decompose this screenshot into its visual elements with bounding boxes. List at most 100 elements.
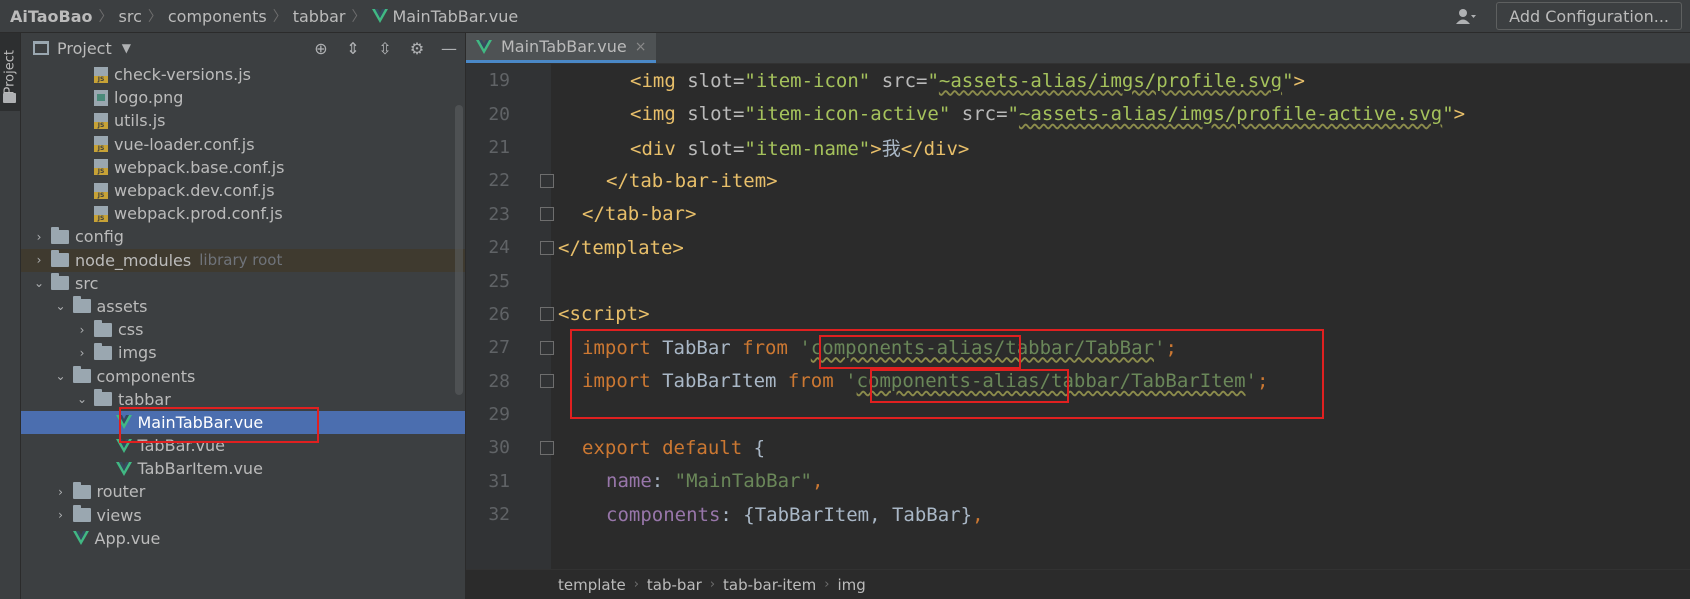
- chevron-right-icon[interactable]: ›: [33, 253, 45, 267]
- line-number: 24: [488, 237, 510, 259]
- breadcrumb-src[interactable]: src: [119, 7, 142, 26]
- chevron-down-icon[interactable]: ⌄: [55, 299, 67, 313]
- line-number: 28: [488, 370, 510, 392]
- tree-item[interactable]: vue-loader.conf.js: [21, 133, 465, 156]
- collapse-all-icon[interactable]: ⇳: [375, 39, 395, 58]
- tree-item[interactable]: ⌄ assets: [21, 295, 465, 318]
- folder-icon: [94, 319, 112, 337]
- breadcrumb-separator-icon: ›: [824, 577, 830, 592]
- tree-item[interactable]: ⌄ src: [21, 272, 465, 295]
- breadcrumb-tabbar[interactable]: tabbar: [293, 7, 346, 26]
- line-number: 29: [488, 404, 510, 426]
- fold-icon[interactable]: [540, 173, 554, 188]
- fold-icon[interactable]: [540, 440, 554, 455]
- tool-window-strip: Project: [0, 33, 21, 599]
- folder-icon: [94, 342, 112, 360]
- tree-item[interactable]: webpack.dev.conf.js: [21, 179, 465, 202]
- line-number: 19: [488, 70, 510, 92]
- tree-item[interactable]: › css: [21, 318, 465, 341]
- project-tool-tab[interactable]: Project: [0, 33, 20, 111]
- folder-icon: [51, 273, 69, 291]
- project-icon: [33, 41, 49, 55]
- line-number: 22: [488, 170, 510, 192]
- tree-item[interactable]: App.vue: [21, 527, 465, 550]
- code-line: 25: [466, 264, 1690, 297]
- src-value: ~assets-alias/imgs/profile.svg: [938, 69, 1283, 92]
- tree-item-label: webpack.dev.conf.js: [114, 181, 275, 201]
- tree-item[interactable]: utils.js: [21, 109, 465, 132]
- tree-item[interactable]: › views: [21, 504, 465, 527]
- expand-all-icon[interactable]: ⇕: [343, 39, 363, 58]
- fold-icon[interactable]: [540, 207, 554, 222]
- js-file-icon: [94, 66, 108, 83]
- tree-item[interactable]: webpack.base.conf.js: [21, 156, 465, 179]
- js-file-icon: [94, 136, 108, 153]
- chevron-right-icon[interactable]: ›: [55, 508, 67, 522]
- chevron-right-icon[interactable]: ›: [76, 323, 88, 337]
- vue-file-icon: [476, 39, 492, 54]
- tree-item[interactable]: › config: [21, 225, 465, 248]
- fold-icon[interactable]: [540, 340, 554, 355]
- code-line: 26 <script>: [466, 298, 1690, 331]
- tree-item[interactable]: webpack.prod.conf.js: [21, 202, 465, 225]
- js-file-icon: [94, 205, 108, 222]
- tree-item[interactable]: logo.png: [21, 86, 465, 109]
- gear-icon[interactable]: ⚙: [407, 39, 427, 58]
- tree-item[interactable]: ⌄ components: [21, 364, 465, 387]
- structure-crumb[interactable]: tab-bar: [647, 576, 702, 594]
- tree-item-label: node_modules: [75, 250, 192, 270]
- tree-item[interactable]: TabBarItem.vue: [21, 457, 465, 480]
- component-name: MainTabBar: [686, 470, 801, 493]
- tree-item[interactable]: › imgs: [21, 341, 465, 364]
- js-file-icon: [94, 182, 108, 199]
- user-icon[interactable]: [1446, 4, 1486, 28]
- fold-icon[interactable]: [540, 240, 554, 255]
- chevron-right-icon[interactable]: ›: [33, 230, 45, 244]
- js-file-icon: [94, 112, 108, 129]
- close-icon[interactable]: ×: [635, 39, 647, 55]
- locate-icon[interactable]: ⊕: [311, 39, 331, 58]
- chevron-down-icon[interactable]: ⌄: [76, 392, 88, 406]
- folder-icon: [72, 481, 91, 499]
- code-line: 31 name: "MainTabBar",: [466, 465, 1690, 498]
- breadcrumb-file[interactable]: MainTabBar.vue: [393, 7, 519, 26]
- tree-item-label: config: [75, 227, 124, 247]
- chevron-right-icon[interactable]: ›: [55, 485, 67, 499]
- tree-item[interactable]: › router: [21, 480, 465, 503]
- breadcrumb-separator-icon: 〉: [147, 9, 162, 25]
- breadcrumb-components[interactable]: components: [168, 7, 267, 26]
- breadcrumb-separator-icon: 〉: [351, 9, 366, 25]
- editor: MainTabBar.vue × 19 <img slot="item-icon"…: [466, 33, 1690, 599]
- breadcrumb-separator-icon: 〉: [272, 9, 287, 25]
- minimize-icon[interactable]: —: [439, 39, 459, 58]
- line-number: 32: [488, 504, 510, 526]
- fold-icon[interactable]: [540, 374, 554, 389]
- structure-crumb[interactable]: template: [558, 576, 626, 594]
- project-tool-label: Project: [2, 50, 18, 95]
- chevron-down-icon[interactable]: ⌄: [55, 369, 67, 383]
- src-value: ~assets-alias/imgs/profile-active.svg: [1018, 103, 1443, 126]
- chevron-down-icon[interactable]: ▼: [122, 41, 131, 55]
- tree-item-label: src: [75, 273, 99, 293]
- project-tree: check-versions.js logo.png utils.js vue-loa…: [21, 63, 465, 550]
- structure-crumb[interactable]: tab-bar-item: [723, 576, 816, 594]
- project-panel-title[interactable]: Project: [57, 39, 112, 58]
- editor-tab[interactable]: MainTabBar.vue ×: [466, 33, 657, 63]
- fold-icon[interactable]: [540, 307, 554, 322]
- line-number: 26: [488, 303, 510, 325]
- highlight-box: [819, 335, 1021, 369]
- chevron-right-icon[interactable]: ›: [76, 346, 88, 360]
- structure-crumb[interactable]: img: [837, 576, 865, 594]
- add-configuration-button[interactable]: Add Configuration...: [1496, 2, 1682, 30]
- folder-icon: [3, 93, 16, 103]
- tree-item-label: tabbar: [118, 389, 171, 409]
- chevron-down-icon[interactable]: ⌄: [33, 276, 45, 290]
- tree-item[interactable]: › node_modules library root: [21, 248, 465, 272]
- tree-item[interactable]: check-versions.js: [21, 63, 465, 86]
- folder-icon: [51, 250, 69, 268]
- line-number: 20: [488, 103, 510, 125]
- breadcrumb-project[interactable]: AiTaoBao: [10, 7, 93, 26]
- tree-scrollbar[interactable]: [455, 105, 463, 395]
- code-area[interactable]: 19 <img slot="item-icon" src="~assets-ali…: [466, 64, 1690, 569]
- project-panel: Project ▼ ⊕ ⇕ ⇳ ⚙ — check-versions.js log…: [21, 33, 466, 599]
